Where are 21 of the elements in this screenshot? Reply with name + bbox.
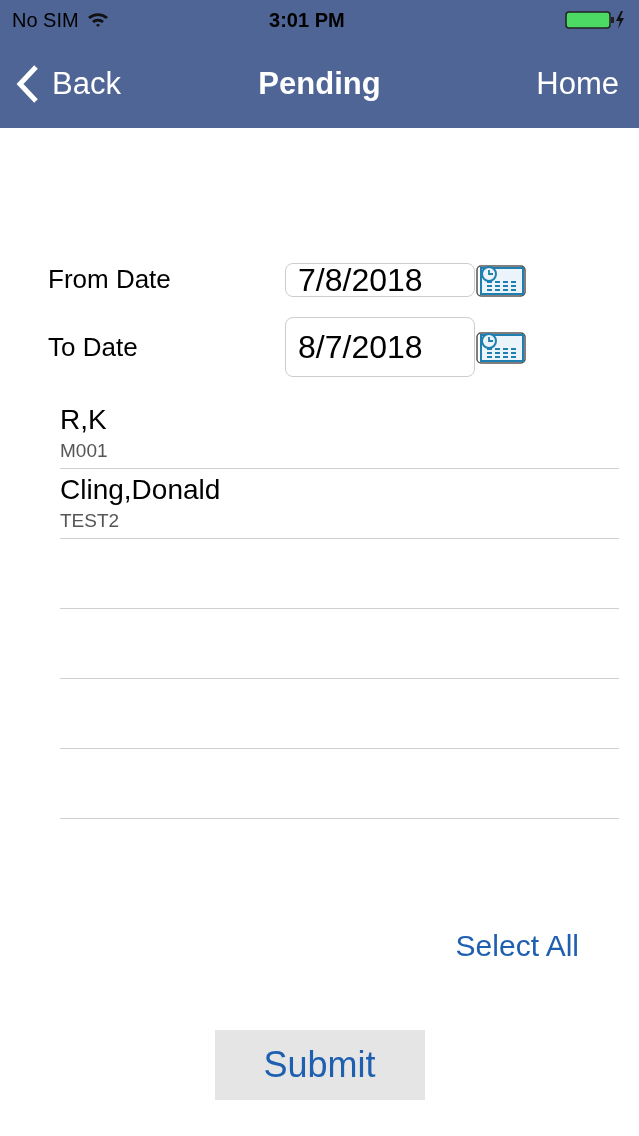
wifi-icon [86,12,109,28]
calendar-icon[interactable] [475,329,527,365]
clock-label: 3:01 PM [268,8,346,33]
carrier-label: No SIM [12,8,79,33]
item-name: Cling,Donald [60,472,222,507]
back-chevron-icon [16,64,40,104]
field-label: From Date [48,263,172,296]
list-item[interactable]: Cling,Donald TEST2 [60,469,619,539]
item-code: M001 [60,438,109,463]
submit-button[interactable]: Submit [214,1030,425,1100]
home-button[interactable]: Home [463,60,623,108]
field-label: To Date [48,330,139,364]
select-all-link[interactable]: Select All [455,923,579,968]
date-field[interactable]: 7/8/2018 [285,262,475,297]
page-title: Pending [257,64,382,103]
list-item[interactable]: R,K M001 [60,399,619,469]
battery-icon [565,10,627,30]
item-name: R,K [60,402,108,437]
item-code: TEST2 [60,508,121,533]
date-field[interactable]: 8/7/2018 [285,317,475,377]
back-button[interactable]: Back [16,60,176,108]
